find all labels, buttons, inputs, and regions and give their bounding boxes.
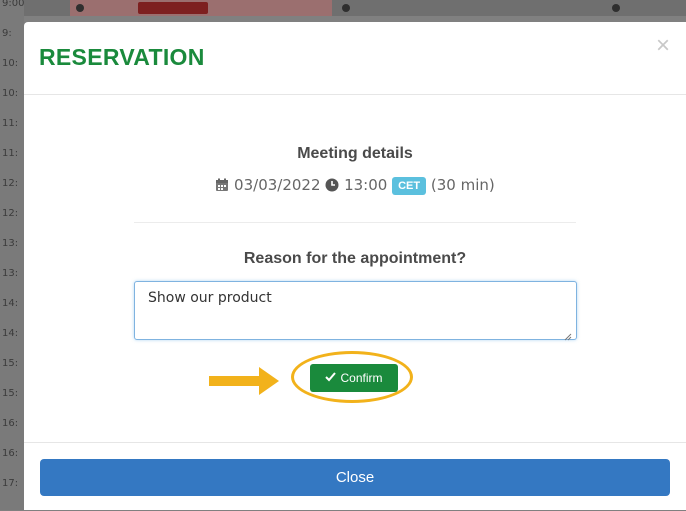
close-button[interactable]: Close bbox=[40, 459, 670, 496]
calendar-time-label: 14: bbox=[2, 298, 19, 309]
arrow-right-icon bbox=[209, 367, 279, 400]
calendar-dot bbox=[342, 4, 350, 12]
calendar-time-label: 12: bbox=[2, 178, 19, 189]
calendar-dot bbox=[612, 4, 620, 12]
meeting-date: 03/03/2022 bbox=[234, 176, 321, 194]
calendar-time-label: 11: bbox=[2, 118, 19, 129]
meeting-duration: (30 min) bbox=[430, 176, 495, 194]
reason-question: Reason for the appointment? bbox=[243, 250, 467, 267]
calendar-time-label: 17: bbox=[2, 478, 19, 489]
divider bbox=[134, 222, 576, 223]
check-icon bbox=[325, 371, 337, 385]
calendar-time-label: 13: bbox=[2, 238, 19, 249]
calendar-time-label: 13: bbox=[2, 268, 19, 279]
resize-handle-icon[interactable] bbox=[564, 328, 572, 346]
calendar-time-label: 9: bbox=[2, 28, 12, 39]
calendar-time-label: 10: bbox=[2, 58, 19, 69]
reservation-modal: RESERVATION × Meeting details 03/03/2022 bbox=[24, 22, 686, 510]
modal-footer: Close bbox=[24, 442, 686, 511]
modal-header: RESERVATION × bbox=[24, 22, 686, 95]
clock-icon bbox=[325, 178, 339, 196]
calendar-time-label: 11: bbox=[2, 148, 19, 159]
calendar-event-badge bbox=[138, 2, 208, 14]
calendar-time-column bbox=[0, 0, 24, 510]
calendar-time-label: 15: bbox=[2, 388, 19, 399]
timezone-badge: CET bbox=[392, 177, 427, 195]
confirm-button[interactable]: Confirm bbox=[310, 364, 398, 392]
confirm-label: Confirm bbox=[340, 371, 383, 385]
calendar-icon bbox=[215, 178, 229, 196]
calendar-time-label: 10: bbox=[2, 88, 19, 99]
close-icon[interactable]: × bbox=[656, 34, 670, 58]
reason-textarea[interactable] bbox=[134, 281, 577, 340]
meeting-time: 13:00 bbox=[344, 176, 388, 194]
modal-title: RESERVATION bbox=[39, 44, 205, 70]
calendar-time-label: 12: bbox=[2, 208, 19, 219]
calendar-time-label: 16: bbox=[2, 418, 19, 429]
meeting-details-line: 03/03/2022 13:00 CET (30 min) bbox=[24, 176, 686, 196]
calendar-dot bbox=[76, 4, 84, 12]
calendar-time-label: 16: bbox=[2, 448, 19, 459]
meeting-details-heading: Meeting details bbox=[297, 145, 413, 162]
calendar-time-label: 14: bbox=[2, 328, 19, 339]
calendar-time-label: 9:00 bbox=[2, 0, 25, 9]
calendar-time-label: 15: bbox=[2, 358, 19, 369]
